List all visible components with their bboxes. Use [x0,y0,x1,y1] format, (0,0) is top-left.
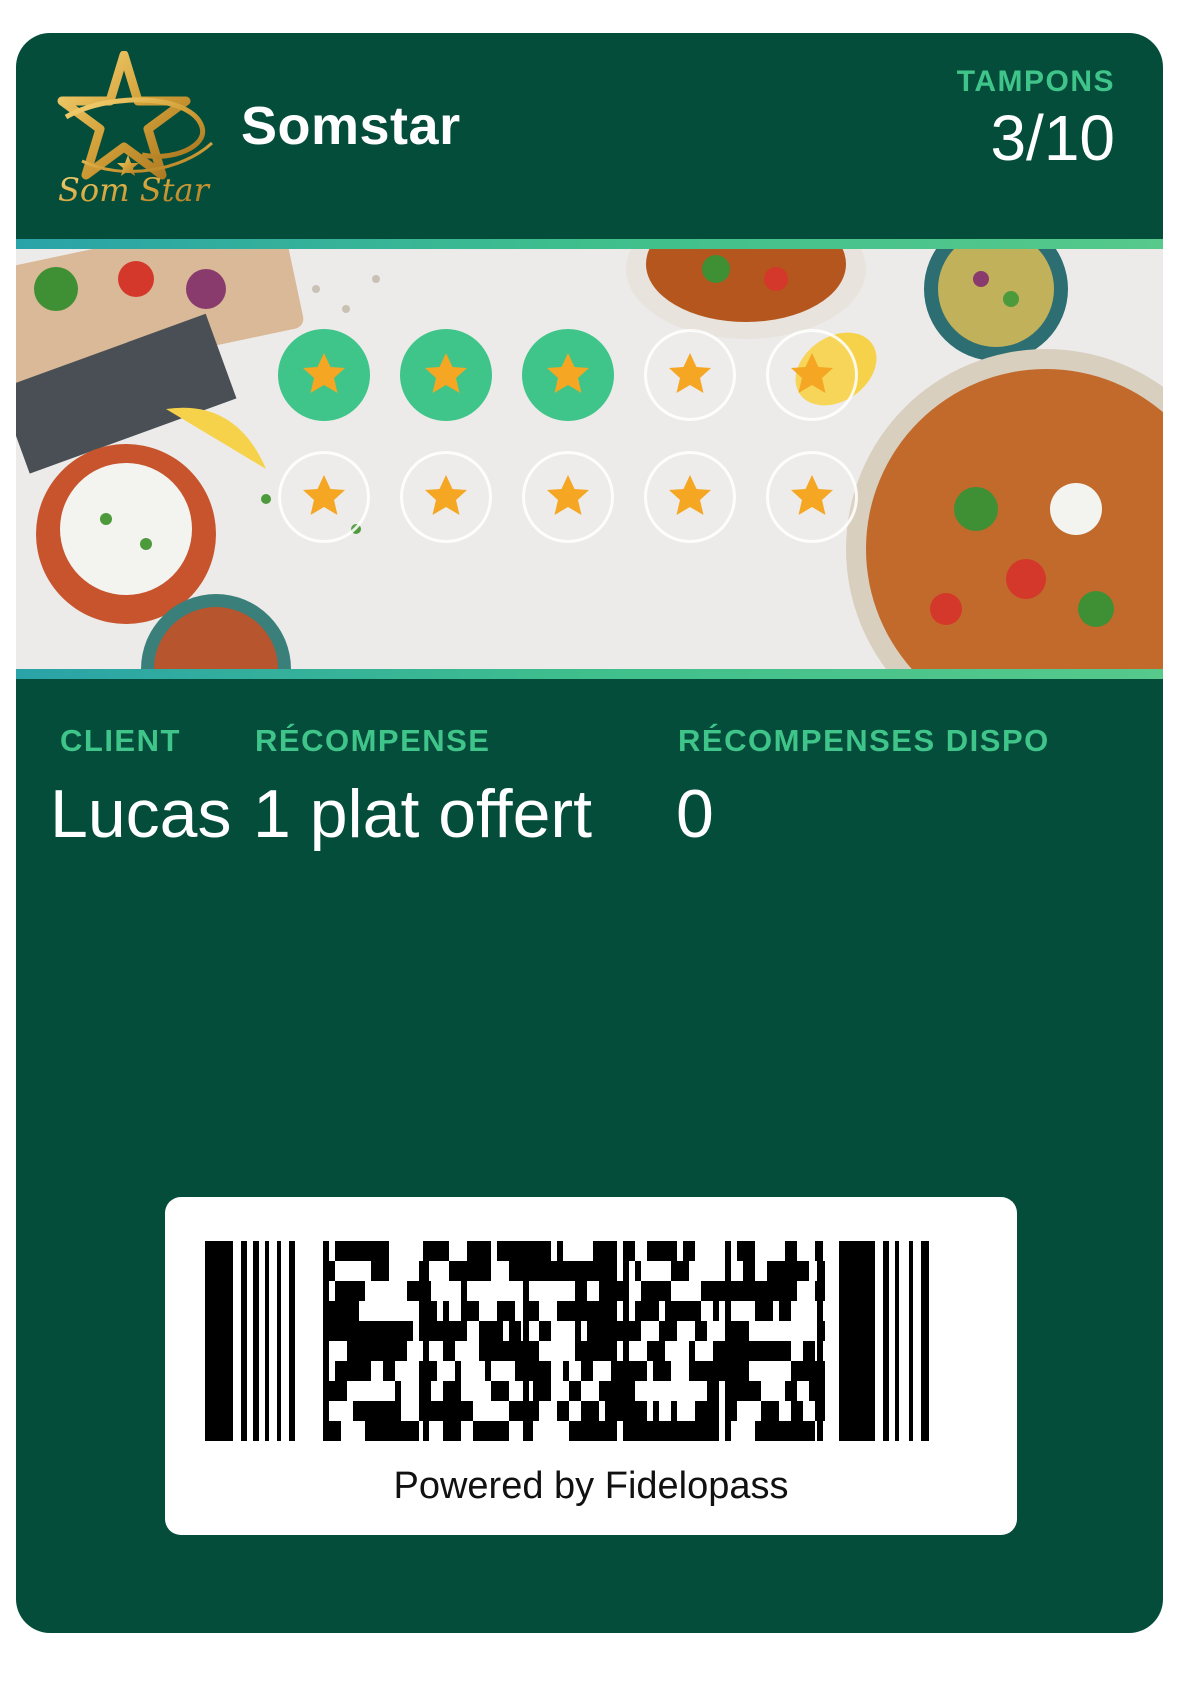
stamp-empty [278,451,370,543]
somstar-logo: Som Star [57,51,214,209]
stamp-empty [766,329,858,421]
strip-divider-top [16,239,1163,249]
pdf417-barcode[interactable] [205,1241,975,1441]
stamp-grid [278,329,878,609]
pass-fields: CLIENT Lucas RÉCOMPENSE 1 plat offert RÉ… [16,679,1163,859]
star-icon [425,353,467,393]
star-icon [425,475,467,515]
star-icon [669,353,711,393]
stamp-empty [522,451,614,543]
available-rewards-value: 0 [676,776,714,852]
available-rewards-label: RÉCOMPENSES DISPO [678,723,1050,758]
pass-header: Som Star Somstar TAMPONS 3/10 [16,33,1163,239]
star-icon [791,475,833,515]
barcode-panel[interactable]: Powered by Fidelopass [165,1197,1017,1535]
star-icon [547,353,589,393]
reward-value: 1 plat offert [253,776,592,852]
stamp-filled [522,329,614,421]
stamp-filled [278,329,370,421]
star-icon [791,353,833,393]
reward-label: RÉCOMPENSE [255,723,491,758]
stamp-empty [766,451,858,543]
stamp-empty [644,451,736,543]
stamp-filled [400,329,492,421]
stamps-count: 3/10 [990,102,1115,174]
loyalty-pass-card: Som Star Somstar TAMPONS 3/10 CLIENT Luc… [16,33,1163,1633]
stamp-empty [644,329,736,421]
logo-text: Som Star [58,171,211,209]
star-icon [547,475,589,515]
client-label: CLIENT [60,723,181,758]
strip-divider-bottom [16,669,1163,679]
brand-name: Somstar [241,96,461,156]
client-value: Lucas [50,776,232,852]
stamps-label: TAMPONS [956,65,1115,98]
star-icon [303,475,345,515]
stamp-empty [400,451,492,543]
powered-by-text: Powered by Fidelopass [393,1465,789,1507]
star-icon [669,475,711,515]
star-icon [303,353,345,393]
stamp-strip [16,239,1163,679]
